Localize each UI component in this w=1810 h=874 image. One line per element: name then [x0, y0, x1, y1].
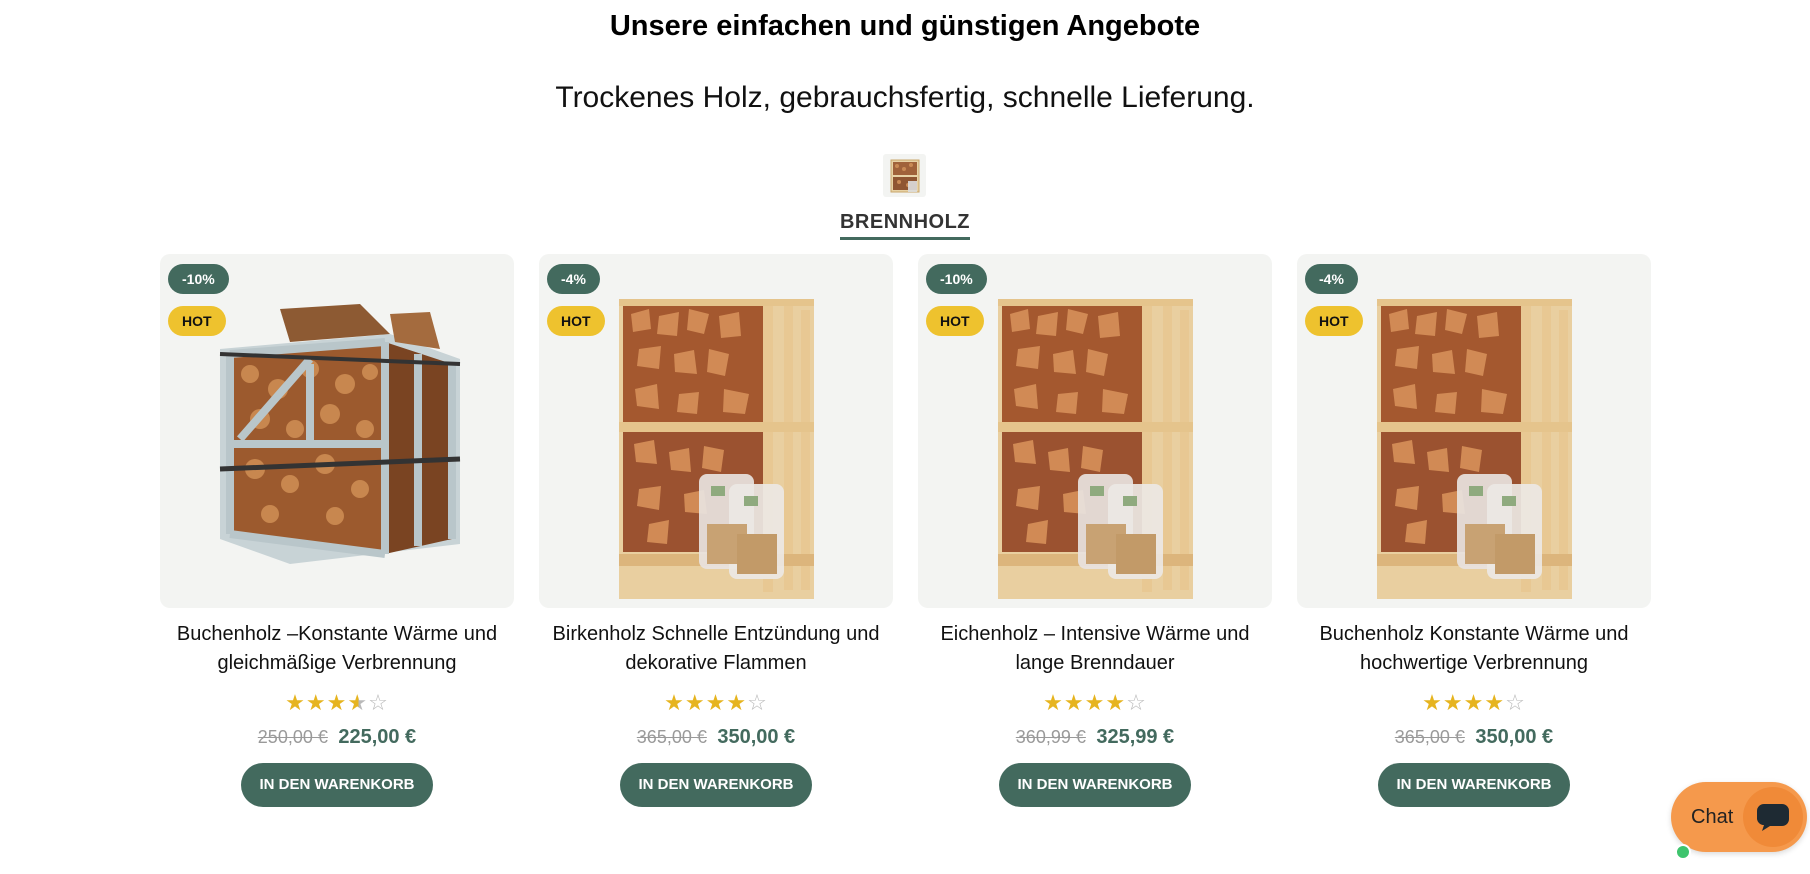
product-card: -4% HOT Birkenholz Schnelle Entzündung u…	[539, 254, 893, 807]
star-full-icon: ★	[1084, 690, 1106, 715]
star-full-icon: ★	[1442, 690, 1464, 715]
star-full-icon: ★	[1043, 690, 1064, 715]
product-image-area[interactable]: -10% HOT	[160, 254, 514, 608]
add-to-cart-button[interactable]: IN DEN WARENKORB	[999, 763, 1191, 807]
discount-badge: -4%	[547, 264, 600, 294]
hot-badge: HOT	[1305, 306, 1363, 336]
section-subheading: Trockenes Holz, gebrauchsfertig, schnell…	[555, 81, 1255, 114]
add-to-cart-button[interactable]: IN DEN WARENKORB	[241, 763, 433, 807]
product-title[interactable]: Buchenholz –Konstante Wärme und gleichmä…	[160, 620, 514, 678]
sale-price: 350,00 €	[717, 726, 796, 748]
product-card: -10% HOT Eichenholz – Intensive Wärme un…	[918, 254, 1272, 807]
section-heading: Unsere einfachen und günstigen Angebote	[609, 10, 1201, 42]
product-card: -4% HOT Buchenholz Konstante Wärme und h…	[1297, 254, 1651, 807]
price-row: 250,00 € 225,00 €	[160, 726, 514, 749]
product-card: -10% HOT Buchenholz –Konstante Wärme und…	[160, 254, 514, 807]
star-full-icon: ★	[1463, 690, 1485, 715]
sale-price: 325,99 €	[1096, 726, 1175, 748]
star-full-icon: ★	[285, 690, 306, 715]
price-row: 365,00 € 350,00 €	[539, 726, 893, 749]
chat-bubble-icon	[1743, 787, 1803, 847]
star-full-icon: ★	[1484, 690, 1506, 715]
product-title[interactable]: Birkenholz Schnelle Entzündung und dekor…	[539, 620, 893, 678]
product-title[interactable]: Buchenholz Konstante Wärme und hochwerti…	[1297, 620, 1651, 678]
rating-stars: ★★★★☆	[539, 692, 893, 714]
discount-badge: -10%	[168, 264, 229, 294]
firewood-icon	[890, 159, 919, 192]
add-to-cart-button[interactable]: IN DEN WARENKORB	[1378, 763, 1570, 807]
star-empty-icon: ☆	[368, 690, 389, 715]
chat-widget-button[interactable]: Chat	[1671, 782, 1807, 860]
price-row: 365,00 € 350,00 €	[1297, 726, 1651, 749]
sale-price: 350,00 €	[1475, 726, 1554, 748]
old-price: 360,99 €	[1015, 727, 1086, 747]
old-price: 250,00 €	[257, 727, 328, 747]
hot-badge: HOT	[168, 306, 226, 336]
price-row: 360,99 € 325,99 €	[918, 726, 1272, 749]
hot-badge: HOT	[547, 306, 605, 336]
star-full-icon: ★	[305, 690, 327, 715]
chat-label: Chat	[1691, 805, 1734, 828]
discount-badge: -4%	[1305, 264, 1358, 294]
star-full-icon: ★	[1105, 690, 1127, 715]
old-price: 365,00 €	[1394, 727, 1465, 747]
category-thumbnail[interactable]	[883, 154, 926, 197]
star-full-icon: ★	[705, 690, 727, 715]
star-empty-icon: ☆	[747, 690, 768, 715]
star-half-icon: ★	[347, 690, 369, 715]
product-image-area[interactable]: -10% HOT	[918, 254, 1272, 608]
rating-stars: ★★★★☆	[160, 692, 514, 714]
star-full-icon: ★	[726, 690, 748, 715]
product-image-area[interactable]: -4% HOT	[1297, 254, 1651, 608]
old-price: 365,00 €	[636, 727, 707, 747]
product-image-area[interactable]: -4% HOT	[539, 254, 893, 608]
rating-stars: ★★★★☆	[1297, 692, 1651, 714]
star-full-icon: ★	[326, 690, 348, 715]
star-full-icon: ★	[1422, 690, 1443, 715]
online-status-indicator	[1675, 844, 1691, 860]
product-title[interactable]: Eichenholz – Intensive Wärme und lange B…	[918, 620, 1272, 678]
rating-stars: ★★★★☆	[918, 692, 1272, 714]
star-full-icon: ★	[684, 690, 706, 715]
product-grid: -10% HOT Buchenholz –Konstante Wärme und…	[160, 254, 1651, 814]
add-to-cart-button[interactable]: IN DEN WARENKORB	[620, 763, 812, 807]
sale-price: 225,00 €	[338, 726, 417, 748]
star-full-icon: ★	[664, 690, 685, 715]
star-full-icon: ★	[1063, 690, 1085, 715]
category-tab-brennholz[interactable]: BRENNHOLZ	[0, 211, 1810, 240]
discount-badge: -10%	[926, 264, 987, 294]
star-empty-icon: ☆	[1505, 690, 1526, 715]
hot-badge: HOT	[926, 306, 984, 336]
star-empty-icon: ☆	[1126, 690, 1147, 715]
category-tab-label[interactable]: BRENNHOLZ	[839, 211, 971, 240]
